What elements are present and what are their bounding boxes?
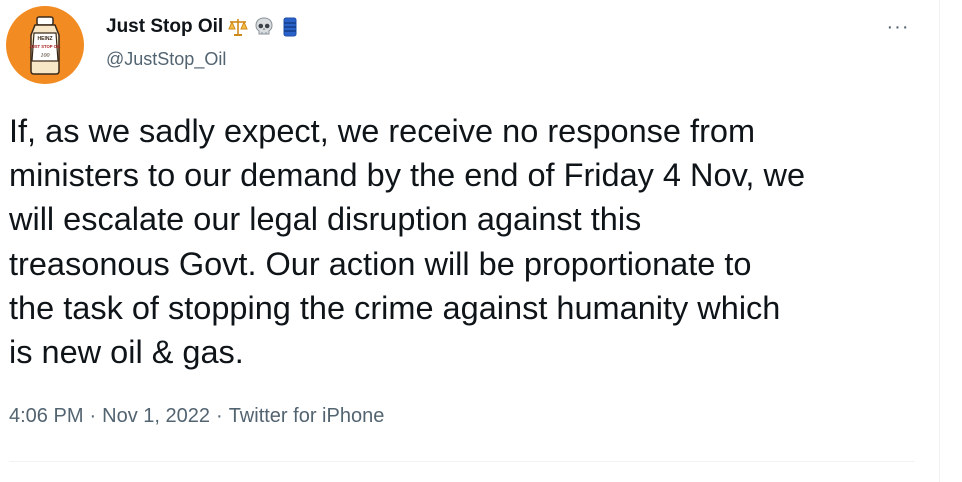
display-name[interactable]: Just Stop Oil [106,16,223,38]
avatar-label-num: 100 [41,53,50,59]
skull-icon [253,16,275,38]
avatar-label-top: HEINZ [38,36,53,42]
user-handle[interactable]: @JustStop_Oil [106,49,226,70]
oil-barrel-icon [279,16,301,38]
more-icon: ··· [886,15,910,38]
meta-separator: · [216,405,223,427]
name-row: Just Stop Oil [106,14,301,40]
tweet-text: If, as we sadly expect, we receive no re… [9,113,806,371]
more-options-button[interactable]: ··· [878,10,918,44]
tweet-source[interactable]: Twitter for iPhone [229,405,385,428]
tweet-metadata: 4:06 PM · Nov 1, 2022 · Twitter for iPho… [9,405,384,428]
divider [9,461,915,462]
tweet-time[interactable]: 4:06 PM [9,405,83,428]
avatar-label-mid: JUST STOP OIL [29,44,61,49]
balance-scale-icon [227,16,249,38]
tweet-date[interactable]: Nov 1, 2022 [102,405,210,428]
avatar[interactable]: HEINZ JUST STOP OIL 100 [6,6,84,84]
bottle-logo-icon: HEINZ JUST STOP OIL 100 [29,16,61,75]
tweet-card: HEINZ JUST STOP OIL 100 Just Stop Oil @J… [0,0,940,482]
meta-separator: · [89,405,97,427]
